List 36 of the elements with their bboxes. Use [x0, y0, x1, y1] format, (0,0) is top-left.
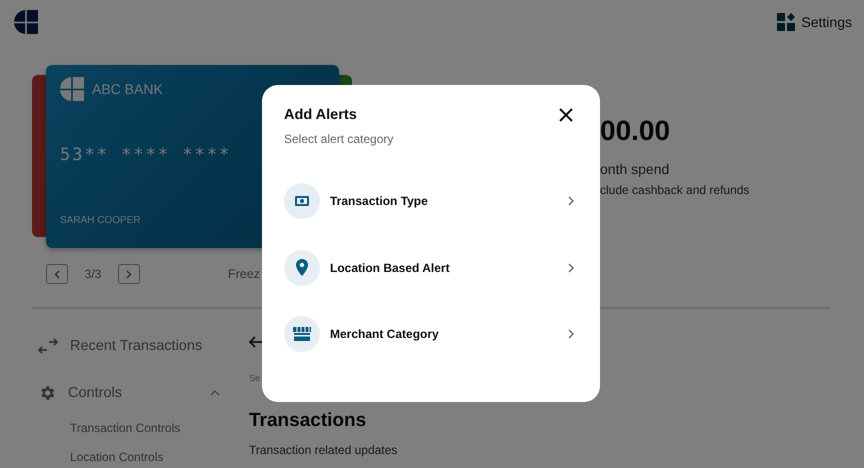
bank-logo-icon: [14, 10, 38, 34]
card-holder: SARAH COOPER: [60, 215, 142, 226]
sidebar-item[interactable]: Controls: [68, 385, 122, 401]
page-counter: 3/3: [84, 267, 102, 281]
cash-icon: [295, 196, 309, 206]
section-title: Transactions: [249, 410, 368, 432]
sidebar-item[interactable]: Recent Transactions: [70, 338, 202, 354]
caret-icon[interactable]: [210, 390, 220, 396]
settings-button[interactable]: Settings: [777, 13, 852, 31]
breadcrumb: Se: [249, 373, 262, 383]
sidebar-subitem[interactable]: Transaction Controls: [70, 421, 224, 435]
card-number: 53** **** ****: [60, 145, 232, 165]
chevron-right-icon: [126, 270, 132, 278]
dashboard-icon: [777, 13, 796, 31]
chevron-left-icon: [54, 270, 60, 278]
spend-note: clude cashback and refunds: [600, 183, 750, 197]
chevron-right-icon: [568, 196, 574, 206]
spend-amount: 00.00: [600, 115, 672, 147]
sidebar-subitem[interactable]: Location Controls: [70, 450, 224, 464]
spend-label: onth spend: [600, 161, 670, 177]
bank-logo-icon: [60, 77, 84, 101]
freeze-label[interactable]: Freez: [228, 267, 260, 281]
back-arrow-icon[interactable]: [249, 336, 263, 348]
storefront-icon: [292, 326, 312, 342]
next-button[interactable]: [118, 264, 140, 284]
alert-option[interactable]: Location Based Alert: [284, 250, 574, 286]
alert-option[interactable]: Transaction Type: [284, 183, 574, 219]
bank-name: ABC BANK: [92, 81, 163, 97]
chevron-right-icon: [568, 262, 574, 272]
location-pin-icon: [296, 259, 308, 276]
alert-option[interactable]: Merchant Category: [284, 316, 574, 352]
section-subtitle: Transaction related updates: [249, 443, 398, 457]
close-button[interactable]: [558, 107, 574, 123]
previous-button[interactable]: [46, 264, 68, 284]
chevron-right-icon: [568, 329, 574, 339]
swap-arrows-icon: [38, 338, 58, 354]
